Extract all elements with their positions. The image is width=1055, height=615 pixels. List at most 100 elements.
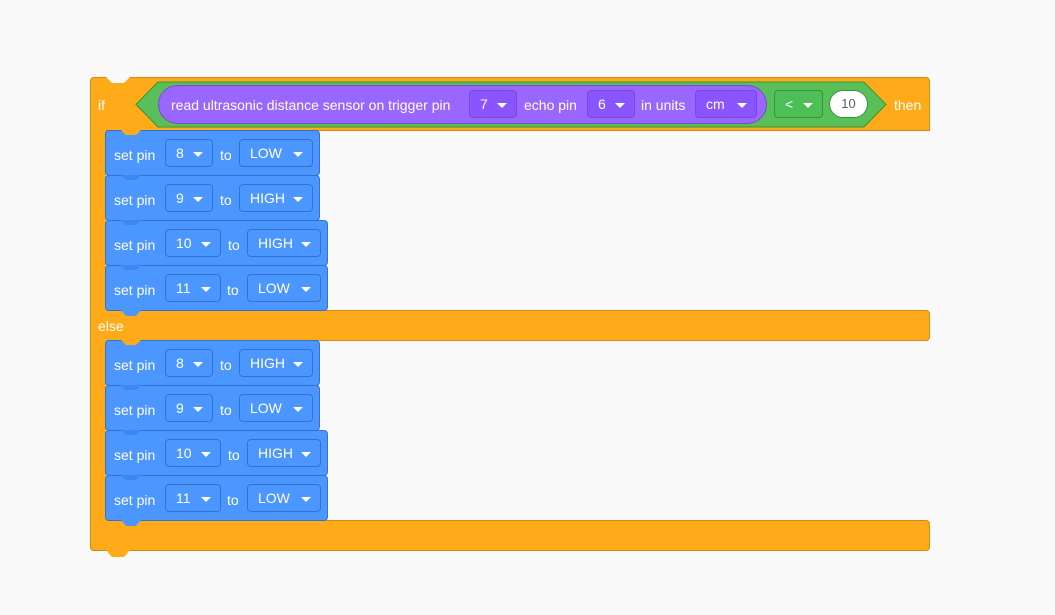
trigger-pin-value: 7: [480, 96, 488, 112]
to-label: to: [220, 147, 232, 163]
else-set-pin-block-4[interactable]: set pin 11 to LOW: [105, 475, 328, 526]
pin-value: 10: [176, 235, 192, 251]
pin-dropdown[interactable]: 10: [165, 229, 221, 257]
if-left-arm: [90, 129, 106, 312]
footer-bar-left: [90, 520, 108, 551]
block-notch: [121, 220, 141, 225]
chevron-down-icon: [193, 407, 203, 412]
ultrasonic-distance-reporter[interactable]: read ultrasonic distance sensor on trigg…: [158, 85, 767, 124]
if-bottom-notch: [106, 550, 130, 557]
chevron-down-icon: [201, 287, 211, 292]
set-pin-block-3[interactable]: set pin 10 to HIGH: [105, 220, 328, 266]
code-workspace[interactable]: if then else read ultrasonic distance se…: [0, 0, 1055, 615]
state-value: HIGH: [258, 235, 293, 251]
comparison-operator-dropdown[interactable]: <: [774, 90, 823, 118]
set-pin-label: set pin: [114, 357, 156, 373]
set-pin-label: set pin: [114, 492, 156, 508]
chevron-down-icon: [301, 242, 311, 247]
state-dropdown[interactable]: LOW: [239, 139, 313, 167]
pin-value: 8: [176, 145, 184, 161]
set-pin-label: set pin: [114, 192, 156, 208]
else-left-arm: [90, 339, 106, 522]
block-notch: [121, 175, 141, 180]
chevron-down-icon: [293, 407, 303, 412]
else-bar[interactable]: [90, 310, 930, 341]
set-pin-block-1[interactable]: set pin 8 to LOW: [105, 130, 320, 176]
block-notch: [121, 385, 141, 390]
to-label: to: [227, 282, 239, 298]
pin-dropdown[interactable]: 8: [165, 349, 213, 377]
set-pin-label: set pin: [114, 447, 156, 463]
chevron-down-icon: [293, 197, 303, 202]
set-pin-block-4[interactable]: set pin 11 to LOW: [105, 265, 328, 316]
state-dropdown[interactable]: HIGH: [247, 439, 321, 467]
set-pin-label: set pin: [114, 237, 156, 253]
chevron-down-icon: [201, 242, 211, 247]
state-value: LOW: [250, 400, 282, 416]
else-set-pin-block-1[interactable]: set pin 8 to HIGH: [105, 340, 320, 386]
pin-value: 9: [176, 400, 184, 416]
pin-dropdown[interactable]: 9: [165, 394, 213, 422]
set-pin-label: set pin: [114, 402, 156, 418]
if-footer-bar[interactable]: [90, 520, 930, 551]
to-label: to: [228, 237, 240, 253]
set-pin-block-2[interactable]: set pin 9 to HIGH: [105, 175, 320, 221]
pin-value: 8: [176, 355, 184, 371]
set-pin-label: set pin: [114, 282, 156, 298]
pin-dropdown[interactable]: 8: [165, 139, 213, 167]
chevron-down-icon: [193, 362, 203, 367]
else-set-pin-block-2[interactable]: set pin 9 to LOW: [105, 385, 320, 431]
pin-dropdown[interactable]: 11: [165, 274, 221, 302]
chevron-down-icon: [301, 287, 311, 292]
units-value: cm: [706, 96, 725, 112]
chevron-down-icon: [193, 197, 203, 202]
trigger-pin-dropdown[interactable]: 7: [469, 90, 517, 118]
else-label: else: [98, 318, 124, 334]
state-dropdown[interactable]: HIGH: [239, 184, 313, 212]
chevron-down-icon: [497, 103, 507, 108]
block-notch: [121, 475, 141, 480]
state-value: LOW: [258, 490, 290, 506]
operator-value: <: [785, 96, 794, 112]
to-label: to: [220, 192, 232, 208]
to-label: to: [228, 447, 240, 463]
state-value: HIGH: [258, 445, 293, 461]
else-set-pin-block-3[interactable]: set pin 10 to HIGH: [105, 430, 328, 476]
to-label: to: [220, 402, 232, 418]
chevron-down-icon: [293, 362, 303, 367]
chevron-down-icon: [615, 103, 625, 108]
pin-value: 11: [176, 490, 191, 506]
to-label: to: [227, 492, 239, 508]
chevron-down-icon: [193, 152, 203, 157]
pin-dropdown[interactable]: 11: [165, 484, 221, 512]
state-dropdown[interactable]: HIGH: [247, 229, 321, 257]
compare-value-input[interactable]: 10: [829, 90, 868, 118]
state-dropdown[interactable]: LOW: [247, 274, 321, 302]
block-notch: [121, 430, 141, 435]
pin-value: 11: [176, 280, 191, 296]
chevron-down-icon: [301, 452, 311, 457]
block-notch: [121, 340, 141, 345]
state-value: LOW: [250, 145, 282, 161]
state-dropdown[interactable]: LOW: [247, 484, 321, 512]
chevron-down-icon: [201, 497, 211, 502]
units-dropdown[interactable]: cm: [695, 90, 757, 118]
reporter-label: read ultrasonic distance sensor on trigg…: [171, 97, 451, 113]
then-label: then: [894, 97, 922, 113]
chevron-down-icon: [301, 497, 311, 502]
state-dropdown[interactable]: LOW: [239, 394, 313, 422]
chevron-down-icon: [201, 452, 211, 457]
block-notch: [121, 130, 141, 135]
state-dropdown[interactable]: HIGH: [239, 349, 313, 377]
pin-dropdown[interactable]: 9: [165, 184, 213, 212]
echo-pin-dropdown[interactable]: 6: [587, 90, 635, 118]
state-value: HIGH: [250, 355, 285, 371]
to-label: to: [220, 357, 232, 373]
pin-value: 10: [176, 445, 192, 461]
pin-dropdown[interactable]: 10: [165, 439, 221, 467]
set-pin-label: set pin: [114, 147, 156, 163]
chevron-down-icon: [293, 152, 303, 157]
chevron-down-icon: [803, 103, 813, 108]
if-label: if: [98, 97, 105, 113]
units-label: in units: [641, 97, 686, 113]
